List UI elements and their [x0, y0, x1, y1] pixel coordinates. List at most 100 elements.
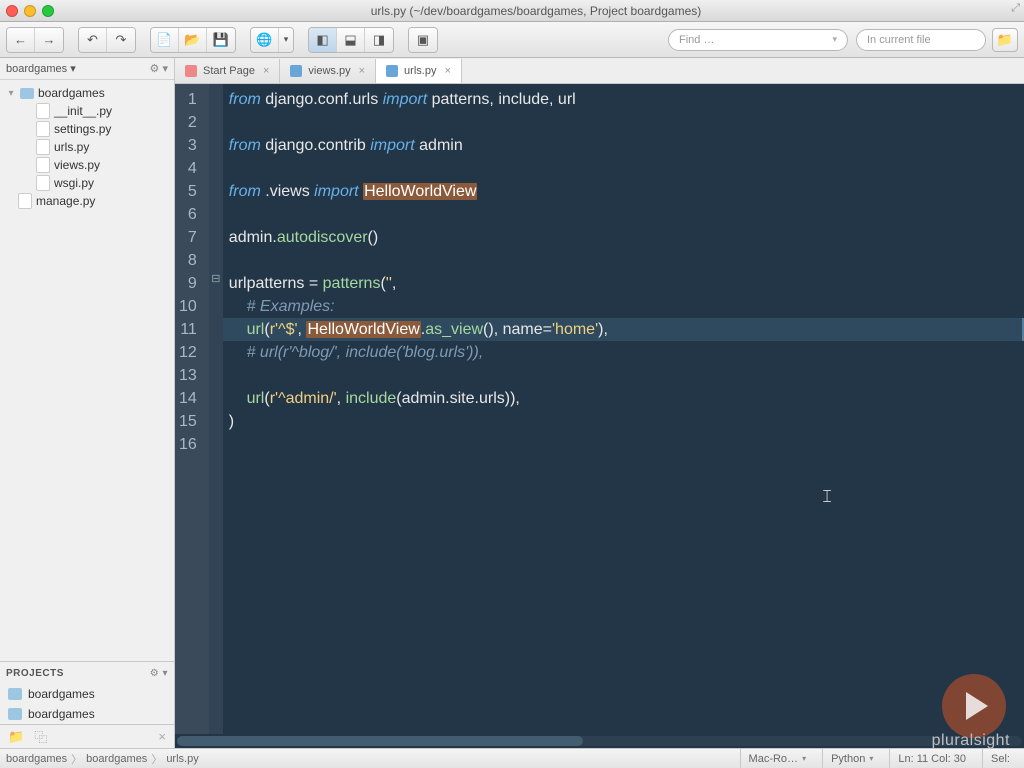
tab-label: urls.py	[404, 65, 436, 77]
project-label: boardgames	[28, 687, 95, 701]
folder-icon	[20, 88, 34, 99]
open-folder-icon[interactable]: 📁	[8, 729, 24, 745]
tree-file[interactable]: urls.py	[0, 138, 174, 156]
window-controls	[6, 5, 54, 17]
file-tree: ▾ boardgames __init__.py settings.py url…	[0, 80, 174, 661]
find-placeholder: Find …	[679, 34, 714, 46]
breadcrumb-segment[interactable]: boardgames	[6, 753, 67, 765]
selection-label: Sel:	[991, 753, 1010, 765]
close-tab-icon[interactable]: ×	[359, 65, 365, 77]
tree-item-label: boardgames	[38, 86, 105, 100]
close-window-button[interactable]	[6, 5, 18, 17]
tree-file[interactable]: views.py	[0, 156, 174, 174]
console-group: ▣	[408, 27, 438, 53]
python-file-icon	[36, 104, 50, 118]
open-folder-button[interactable]: 📁	[992, 28, 1018, 52]
horizontal-scrollbar[interactable]	[175, 734, 1024, 748]
code-editor[interactable]: 1234 5678 9101112 13141516 ⊟ from django…	[175, 84, 1024, 734]
encoding-label: Mac-Ro…	[749, 753, 799, 765]
folder-icon	[8, 708, 22, 720]
folder-icon	[8, 688, 22, 700]
tab-label: Start Page	[203, 65, 255, 77]
open-file-button[interactable]: 📂	[179, 28, 207, 52]
browser-preview-button[interactable]: 🌐	[251, 28, 279, 52]
expand-icon[interactable]: ⤢	[1011, 2, 1020, 15]
zoom-window-button[interactable]	[42, 5, 54, 17]
layout-bottom-panel-button[interactable]: ⬓	[337, 28, 365, 52]
editor-area: Start Page × views.py × urls.py × 1234 5678…	[175, 58, 1024, 748]
back-button[interactable]: ←	[7, 28, 35, 52]
sidebar-header[interactable]: boardgames ▾ ⚙ ▾	[0, 58, 174, 80]
python-file-icon	[36, 140, 50, 154]
layout-left-panel-button[interactable]: ◧	[309, 28, 337, 52]
projects-label: PROJECTS	[6, 668, 64, 679]
gear-icon[interactable]: ⚙ ▾	[150, 668, 168, 679]
tree-file[interactable]: settings.py	[0, 120, 174, 138]
project-item[interactable]: boardgames	[0, 704, 174, 724]
copy-icon[interactable]: ⿻	[34, 727, 47, 746]
project-label: boardgames	[28, 707, 95, 721]
tree-file[interactable]: __init__.py	[0, 102, 174, 120]
tabbar: Start Page × views.py × urls.py ×	[175, 58, 1024, 84]
tab-label: views.py	[308, 65, 350, 77]
tab-urls-py[interactable]: urls.py ×	[376, 59, 462, 83]
save-button[interactable]: 💾	[207, 28, 235, 52]
titlebar: urls.py (~/dev/boardgames/boardgames, Pr…	[0, 0, 1024, 22]
disclosure-open-icon[interactable]: ▾	[6, 88, 16, 99]
encoding-selector[interactable]: Mac-Ro…▾	[740, 749, 815, 768]
cursor-position[interactable]: Ln: 11 Col: 30	[889, 749, 974, 768]
find-input[interactable]: Find … ▾	[668, 29, 848, 51]
close-icon[interactable]: ×	[158, 729, 166, 744]
breadcrumb-segment[interactable]: boardgames	[86, 753, 147, 765]
redo-button[interactable]: ↷	[107, 28, 135, 52]
tree-item-label: urls.py	[54, 140, 89, 154]
chevron-down-icon: ▾	[832, 34, 837, 45]
layout-right-panel-button[interactable]: ◨	[365, 28, 393, 52]
fold-toggle-icon[interactable]: ⊟	[209, 268, 223, 291]
run-group: 🌐 ▾	[250, 27, 294, 53]
tree-item-label: wsgi.py	[54, 176, 94, 190]
python-file-icon	[386, 65, 398, 77]
find-scope-placeholder: In current file	[867, 34, 931, 46]
toolbar: ← → ↶ ↷ 📄 📂 💾 🌐 ▾ ◧ ⬓ ◨ ▣ Find … ▾ In cu…	[0, 22, 1024, 58]
breadcrumb[interactable]: boardgames〉 boardgames〉 urls.py	[6, 751, 199, 767]
tab-start-page[interactable]: Start Page ×	[175, 59, 280, 83]
projects-header[interactable]: PROJECTS ⚙ ▾	[0, 662, 174, 684]
python-file-icon	[36, 158, 50, 172]
tree-item-label: settings.py	[54, 122, 111, 136]
text-caret-icon: 𝙸	[821, 485, 834, 508]
terminal-button[interactable]: ▣	[409, 28, 437, 52]
project-item[interactable]: boardgames	[0, 684, 174, 704]
sidebar-footer: 📁 ⿻ ×	[0, 724, 174, 748]
main-area: boardgames ▾ ⚙ ▾ ▾ boardgames __init__.p…	[0, 58, 1024, 748]
tree-file[interactable]: wsgi.py	[0, 174, 174, 192]
forward-button[interactable]: →	[35, 28, 63, 52]
close-tab-icon[interactable]: ×	[444, 65, 450, 77]
tree-item-label: views.py	[54, 158, 100, 172]
find-scope-input[interactable]: In current file	[856, 29, 986, 51]
new-file-button[interactable]: 📄	[151, 28, 179, 52]
selection-info: Sel:	[982, 749, 1018, 768]
tree-file[interactable]: manage.py	[0, 192, 174, 210]
language-selector[interactable]: Python▾	[822, 749, 881, 768]
file-group: 📄 📂 💾	[150, 27, 236, 53]
nav-history-group: ← →	[6, 27, 64, 53]
language-label: Python	[831, 753, 865, 765]
page-icon	[185, 65, 197, 77]
run-dropdown-button[interactable]: ▾	[279, 28, 293, 52]
close-tab-icon[interactable]: ×	[263, 65, 269, 77]
tree-item-label: __init__.py	[54, 104, 112, 118]
fold-gutter: ⊟	[209, 84, 223, 734]
position-label: Ln: 11 Col: 30	[898, 753, 966, 765]
gear-icon[interactable]: ⚙ ▾	[150, 62, 168, 75]
code-content[interactable]: from django.conf.urls import patterns, i…	[223, 84, 1024, 734]
tree-item-label: manage.py	[36, 194, 95, 208]
tab-views-py[interactable]: views.py ×	[280, 59, 376, 83]
sidebar-project-selector[interactable]: boardgames ▾	[6, 62, 76, 75]
minimize-window-button[interactable]	[24, 5, 36, 17]
projects-panel: PROJECTS ⚙ ▾ boardgames boardgames	[0, 661, 174, 724]
tree-folder-root[interactable]: ▾ boardgames	[0, 84, 174, 102]
scrollbar-thumb[interactable]	[177, 736, 583, 746]
undo-button[interactable]: ↶	[79, 28, 107, 52]
breadcrumb-segment[interactable]: urls.py	[166, 753, 198, 765]
